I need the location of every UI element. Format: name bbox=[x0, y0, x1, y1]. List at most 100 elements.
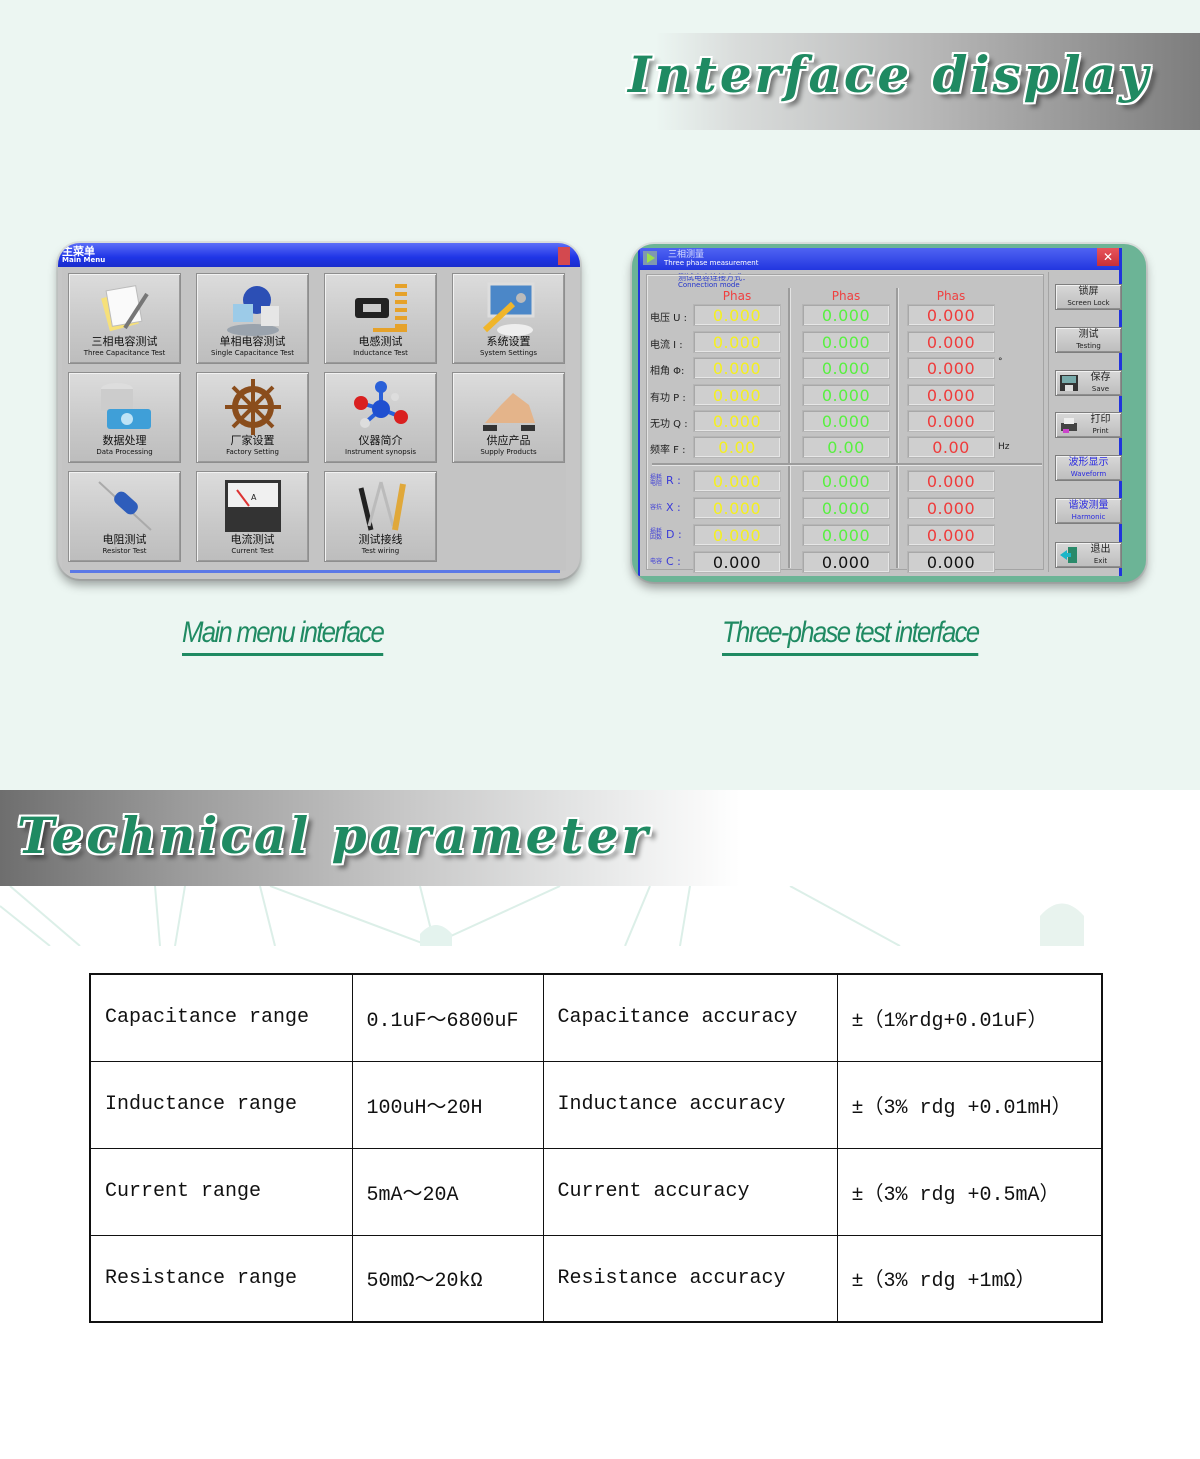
drafting-tools-icon bbox=[358, 481, 406, 531]
row-label: 电压 U : bbox=[650, 313, 688, 324]
main-menu-body: 三相电容测试 Three Capacitance Test 单相电容测试 Single… bbox=[62, 267, 566, 571]
measurement-value: 0.000 bbox=[693, 331, 781, 353]
parameter-value-cell: ±（3% rdg +0.5mA） bbox=[836, 1147, 1103, 1236]
table-row: Inductance range 100uH～20H Inductance accu… bbox=[89, 1060, 1103, 1149]
phase-header: Phas bbox=[722, 289, 752, 303]
row-label: 损耗电阻 R : bbox=[650, 474, 681, 487]
side-button-testing[interactable]: 测试 Testing bbox=[1055, 327, 1122, 353]
menu-tile-label-cn: 供应产品 bbox=[486, 434, 531, 447]
measurement-value: 0.000 bbox=[802, 410, 890, 432]
menu-tile[interactable]: 三相电容测试 Three Capacitance Test bbox=[68, 273, 181, 364]
menu-tile[interactable]: 电阻测试 Resistor Test bbox=[68, 471, 181, 562]
menu-tile-label-en: Single Capacitance Test bbox=[210, 349, 295, 357]
measurement-value: 0.000 bbox=[907, 384, 995, 406]
row-label-small: 电容 bbox=[650, 558, 663, 565]
row-label-symbol: X : bbox=[666, 501, 681, 514]
menu-tile-label-cn: 三相电容测试 bbox=[91, 335, 158, 348]
row-divider bbox=[652, 463, 1042, 465]
unit-label: ° bbox=[998, 357, 1003, 367]
handshake-icon bbox=[482, 393, 535, 431]
menu-tile-label-cn: 仪器简介 bbox=[358, 434, 403, 447]
section-title: Technical parameter bbox=[17, 806, 651, 865]
row-label: 电容 C : bbox=[650, 555, 681, 568]
menu-tile[interactable]: 数据处理 Data Processing bbox=[68, 372, 181, 463]
side-button-label-cn: 退出 bbox=[1090, 544, 1111, 555]
interface-display-section: Interface display 主菜单 Main Menu 三相电容测试 Th… bbox=[0, 0, 1200, 790]
close-button[interactable] bbox=[558, 247, 570, 265]
menu-tile[interactable]: A 电流测试 Current Test bbox=[196, 471, 309, 562]
measurement-value: 0.000 bbox=[693, 497, 781, 519]
measurement-value: 0.000 bbox=[907, 470, 995, 492]
spring-clamp-icon bbox=[354, 284, 407, 332]
measurement-value: 0.000 bbox=[907, 524, 995, 546]
ship-wheel-icon bbox=[224, 379, 281, 435]
menu-tile-label-cn: 电感测试 bbox=[358, 335, 403, 348]
measurement-value: 0.000 bbox=[693, 551, 781, 573]
menu-tile[interactable]: 系统设置 System Settings bbox=[452, 273, 565, 364]
side-button-waveform[interactable]: 波形显示 Waveform bbox=[1055, 455, 1122, 481]
three-phase-inner: 三相测量 Three phase measurement ✕ 测试电容连接方式：… bbox=[638, 248, 1122, 576]
side-button-exit[interactable]: 退出 Exit bbox=[1055, 542, 1122, 568]
menu-tile[interactable]: 供应产品 Supply Products bbox=[452, 372, 565, 463]
parameter-value-cell: 50mΩ～20kΩ bbox=[351, 1234, 544, 1323]
side-button-label-en: Screen Lock bbox=[1067, 299, 1110, 307]
database-disk-icon bbox=[100, 383, 151, 429]
side-button-save[interactable]: 保存 Save bbox=[1055, 370, 1122, 396]
technical-parameter-section: Technical parameter Capacitance range 0.1… bbox=[0, 790, 1200, 1459]
side-button-label-en: Waveform bbox=[1070, 470, 1107, 478]
menu-tile-label-en: Current Test bbox=[231, 547, 274, 555]
measurement-value: 0.000 bbox=[802, 331, 890, 353]
menu-tile-label-en: Factory Setting bbox=[226, 448, 279, 456]
resistor-icon bbox=[97, 481, 152, 531]
side-button-screen-lock[interactable]: 锁屏 Screen Lock bbox=[1055, 284, 1122, 310]
table-row: Current range 5mA～20A Current accuracy ±（3%… bbox=[89, 1147, 1103, 1236]
phase-header: Phas bbox=[831, 289, 861, 303]
technical-parameter-banner: Technical parameter bbox=[0, 790, 740, 886]
menu-tile[interactable]: 电感测试 Inductance Test bbox=[324, 273, 437, 364]
close-button[interactable]: ✕ bbox=[1097, 248, 1119, 266]
row-label-small: 损耗电阻 bbox=[650, 474, 663, 487]
menu-tile[interactable]: 仪器简介 Instrument synopsis bbox=[324, 372, 437, 463]
three-phase-caption: Three-phase test interface bbox=[722, 616, 980, 656]
measurement-value: 0.000 bbox=[907, 357, 995, 379]
menu-tile[interactable]: 单相电容测试 Single Capacitance Test bbox=[196, 273, 309, 364]
side-button-harmonic[interactable]: 谐波测量 Harmonic bbox=[1055, 498, 1122, 524]
side-button-label-en: Harmonic bbox=[1071, 513, 1106, 521]
menu-tile[interactable]: 测试接线 Test wiring bbox=[324, 471, 437, 562]
menu-tile[interactable]: 厂家设置 Factory Setting bbox=[196, 372, 309, 463]
window-title-en: Three phase measurement bbox=[664, 259, 759, 267]
row-label-small: 损耗因数 bbox=[650, 528, 663, 541]
network-decoration bbox=[0, 886, 1084, 946]
menu-tile-label-cn: 电流测试 bbox=[230, 533, 275, 546]
measurement-value: 0.00 bbox=[907, 436, 995, 458]
column-divider bbox=[788, 288, 790, 568]
unit-label: Hz bbox=[998, 442, 1010, 452]
play-arrow-icon bbox=[643, 251, 657, 265]
menu-tile-label-en: Test wiring bbox=[361, 547, 400, 555]
main-menu-window: 主菜单 Main Menu 三相电容测试 Three Capacitance Te… bbox=[58, 243, 580, 579]
row-label: 电流 I : bbox=[650, 340, 683, 351]
printer-icon bbox=[1061, 418, 1077, 433]
parameter-value-cell: ±（3% rdg +0.01mH） bbox=[836, 1060, 1103, 1149]
measurement-value: 0.000 bbox=[802, 524, 890, 546]
menu-tile-label-en: Resistor Test bbox=[102, 547, 147, 555]
menu-tile-label-cn: 电阻测试 bbox=[102, 533, 147, 546]
interface-display-banner: Interface display bbox=[628, 33, 1200, 130]
window-titlebar: 三相测量 Three phase measurement ✕ bbox=[640, 248, 1119, 270]
phase-header: Phas bbox=[936, 289, 966, 303]
menu-tile-label-cn: 数据处理 bbox=[102, 434, 147, 447]
side-button-label-en: Testing bbox=[1076, 342, 1101, 350]
side-button-label-en: Exit bbox=[1093, 557, 1108, 565]
parameter-name-cell: Capacitance range bbox=[89, 973, 353, 1062]
side-button-label-cn: 谐波测量 bbox=[1068, 500, 1109, 511]
table-row: Resistance range 50mΩ～20kΩ Resistance accu… bbox=[89, 1234, 1103, 1323]
parameter-value-cell: 0.1uF～6800uF bbox=[351, 973, 544, 1062]
row-label-symbol: R : bbox=[666, 474, 681, 487]
save-disk-icon bbox=[1060, 375, 1078, 391]
row-label-symbol: C : bbox=[666, 555, 681, 568]
parameter-name-cell: Current accuracy bbox=[542, 1147, 838, 1236]
section-title: Interface display bbox=[628, 45, 1152, 104]
measurement-value: 0.000 bbox=[907, 410, 995, 432]
measurement-value: 0.000 bbox=[802, 470, 890, 492]
side-button-print[interactable]: 打印 Print bbox=[1055, 412, 1122, 438]
